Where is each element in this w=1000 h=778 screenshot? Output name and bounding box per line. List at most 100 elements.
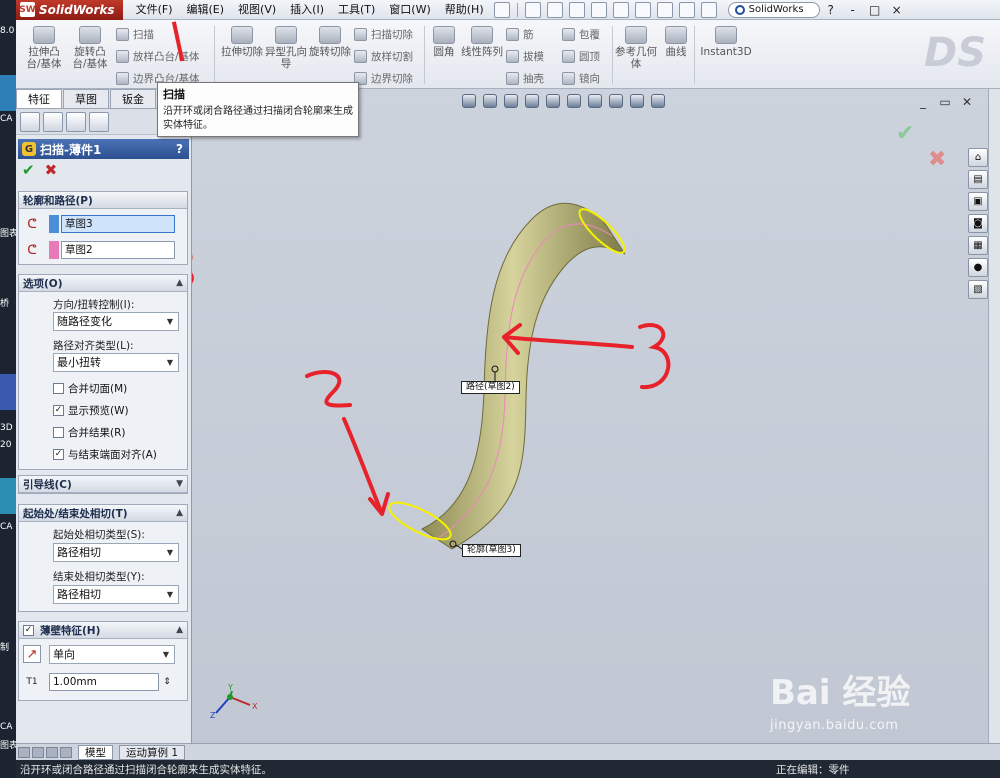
cancel-button[interactable]: ✖ — [45, 161, 58, 179]
desktop-icon[interactable] — [0, 374, 16, 410]
reverse-direction-icon[interactable]: ↗ — [23, 645, 41, 663]
sweep-button[interactable]: 扫描 — [116, 25, 154, 43]
pin-icon[interactable] — [493, 1, 510, 18]
instant3d-button[interactable]: Instant3D — [698, 26, 754, 58]
restore-button[interactable]: □ — [864, 3, 886, 17]
home-icon[interactable]: ⌂ — [968, 148, 988, 167]
profile-callout-label[interactable]: 轮廓(草图3) — [462, 544, 521, 557]
menu-insert[interactable]: 插入(I) — [283, 0, 331, 20]
search-input[interactable]: SolidWorks — [727, 1, 820, 18]
end-tangency-select[interactable]: 路径相切 ▼ — [53, 585, 179, 604]
extrude-cut-button[interactable]: 拉伸切除 — [220, 26, 264, 58]
prev-tab-icon[interactable] — [32, 746, 44, 758]
minimize-button[interactable]: - — [842, 3, 864, 17]
ok-button[interactable]: ✔ — [22, 161, 35, 179]
linear-pattern-button[interactable]: 线性阵列 — [460, 26, 504, 58]
boundary-cut-button[interactable]: 边界切除 — [354, 69, 413, 87]
thickness-input[interactable]: 1.00mm — [49, 673, 159, 691]
mirror-button[interactable]: 镜向 — [562, 69, 600, 87]
undo-icon[interactable] — [612, 1, 629, 18]
property-manager-icon[interactable] — [43, 111, 63, 132]
menu-tools[interactable]: 工具(T) — [331, 0, 382, 20]
menu-help[interactable]: 帮助(H) — [438, 0, 491, 20]
revolve-boss-button[interactable]: 旋转凸台/基体 — [68, 26, 112, 70]
align-end-faces-checkbox[interactable]: ✓ 与结束端面对齐(A) — [53, 447, 157, 462]
save-icon[interactable] — [568, 1, 585, 18]
close-button[interactable]: × — [886, 3, 908, 17]
open-file-icon[interactable] — [546, 1, 563, 18]
select-icon[interactable] — [634, 1, 651, 18]
path-icon: ᕦ — [27, 242, 37, 258]
rebuild-icon[interactable] — [656, 1, 673, 18]
merge-result-checkbox[interactable]: 合并结果(R) — [53, 425, 126, 440]
thin-direction-select[interactable]: 单向 ▼ — [49, 644, 175, 664]
dome-button[interactable]: 圆顶 — [562, 47, 600, 65]
graphics-area[interactable]: _ ▭ ✕ ✔ ✖ 路径(草图2) 轮廓(草图3) X Y Z Bai 经验 j… — [171, 20, 988, 743]
extrude-boss-button[interactable]: 拉伸凸台/基体 — [22, 26, 66, 70]
menu-edit[interactable]: 编辑(E) — [180, 0, 232, 20]
thin-feature-checkbox[interactable]: ✓ — [23, 624, 34, 636]
tab-sketch[interactable]: 草图 — [63, 89, 109, 108]
merge-tangent-checkbox[interactable]: 合并切面(M) — [53, 381, 127, 396]
draft-button[interactable]: 拔模 — [506, 47, 544, 65]
guide-curves-header-label: 引导线(C) — [23, 478, 72, 491]
path-align-select[interactable]: 最小扭转 ▼ — [53, 353, 179, 372]
file-explorer-icon[interactable]: ◙ — [968, 214, 988, 233]
tab-model[interactable]: 模型 — [78, 744, 113, 760]
revolve-cut-button[interactable]: 旋转切除 — [308, 26, 352, 58]
expand-icon[interactable]: ▼ — [176, 479, 183, 489]
path-selection-box[interactable]: 草图2 — [61, 241, 175, 259]
swept-cut-button[interactable]: 扫描切除 — [354, 25, 413, 43]
options-header[interactable]: 选项(O) ▲ — [19, 275, 187, 292]
lofted-cut-button[interactable]: 放样切割 — [354, 47, 413, 65]
tab-sheet-metal[interactable]: 钣金 — [110, 89, 156, 108]
start-tangency-select[interactable]: 路径相切 ▼ — [53, 543, 179, 562]
profile-selection-box[interactable]: 草图3 — [61, 215, 175, 233]
new-file-icon[interactable] — [524, 1, 541, 18]
desktop-icon[interactable] — [0, 75, 16, 111]
feature-manager-icon[interactable] — [20, 111, 40, 132]
direction-row: ↗ 单向 ▼ — [23, 644, 175, 664]
hole-wizard-button[interactable]: 异型孔向导 — [264, 26, 308, 70]
next-tab-icon[interactable] — [46, 746, 58, 758]
tangency-header[interactable]: 起始处/结束处相切(T) ▲ — [19, 505, 187, 522]
view-palette-icon[interactable]: ▦ — [968, 236, 988, 255]
help-button[interactable]: ? — [176, 142, 183, 156]
show-preview-checkbox[interactable]: ✓ 显示预览(W) — [53, 403, 129, 418]
desktop-icon[interactable] — [0, 478, 16, 514]
app-logo[interactable]: SW SolidWorks — [16, 0, 123, 20]
configuration-manager-icon[interactable] — [66, 111, 86, 132]
dimxpert-icon[interactable] — [89, 111, 109, 132]
print-icon[interactable] — [590, 1, 607, 18]
mirror-label: 镜向 — [579, 72, 600, 85]
custom-properties-icon[interactable]: ▧ — [968, 280, 988, 299]
shell-button[interactable]: 抽壳 — [506, 69, 544, 87]
collapse-icon[interactable]: ▲ — [176, 278, 183, 288]
guide-curves-header[interactable]: 引导线(C) ▼ — [19, 476, 187, 493]
profile-path-header[interactable]: 轮廓和路径(P) — [19, 192, 187, 209]
first-tab-icon[interactable] — [18, 746, 30, 758]
sweep-body[interactable] — [421, 202, 626, 550]
tab-features[interactable]: 特征 — [16, 89, 62, 108]
tab-motion-study[interactable]: 运动算例 1 — [119, 744, 186, 760]
appearances-icon[interactable]: ● — [968, 258, 988, 277]
orientation-select[interactable]: 随路径变化 ▼ — [53, 312, 179, 331]
menu-view[interactable]: 视图(V) — [231, 0, 283, 20]
reference-geometry-button[interactable]: 参考几何体 — [614, 26, 658, 70]
wrap-button[interactable]: 包覆 — [562, 25, 600, 43]
menu-file[interactable]: 文件(F) — [129, 0, 180, 20]
last-tab-icon[interactable] — [60, 746, 72, 758]
collapse-icon[interactable]: ▲ — [176, 625, 183, 635]
design-library-icon[interactable]: ▣ — [968, 192, 988, 211]
path-callout-label[interactable]: 路径(草图2) — [461, 381, 520, 394]
spinner-icon[interactable]: ⇕ — [161, 677, 173, 687]
rib-button[interactable]: 筋 — [506, 25, 534, 43]
resources-icon[interactable]: ▤ — [968, 170, 988, 189]
curves-button[interactable]: 曲线 — [654, 26, 698, 58]
file-properties-icon[interactable] — [678, 1, 695, 18]
collapse-icon[interactable]: ▲ — [176, 508, 183, 518]
help-button[interactable]: ? — [820, 3, 842, 17]
options-icon[interactable] — [700, 1, 717, 18]
thin-feature-header[interactable]: ✓ 薄壁特征(H) ▲ — [19, 622, 187, 639]
menu-window[interactable]: 窗口(W) — [382, 0, 437, 20]
